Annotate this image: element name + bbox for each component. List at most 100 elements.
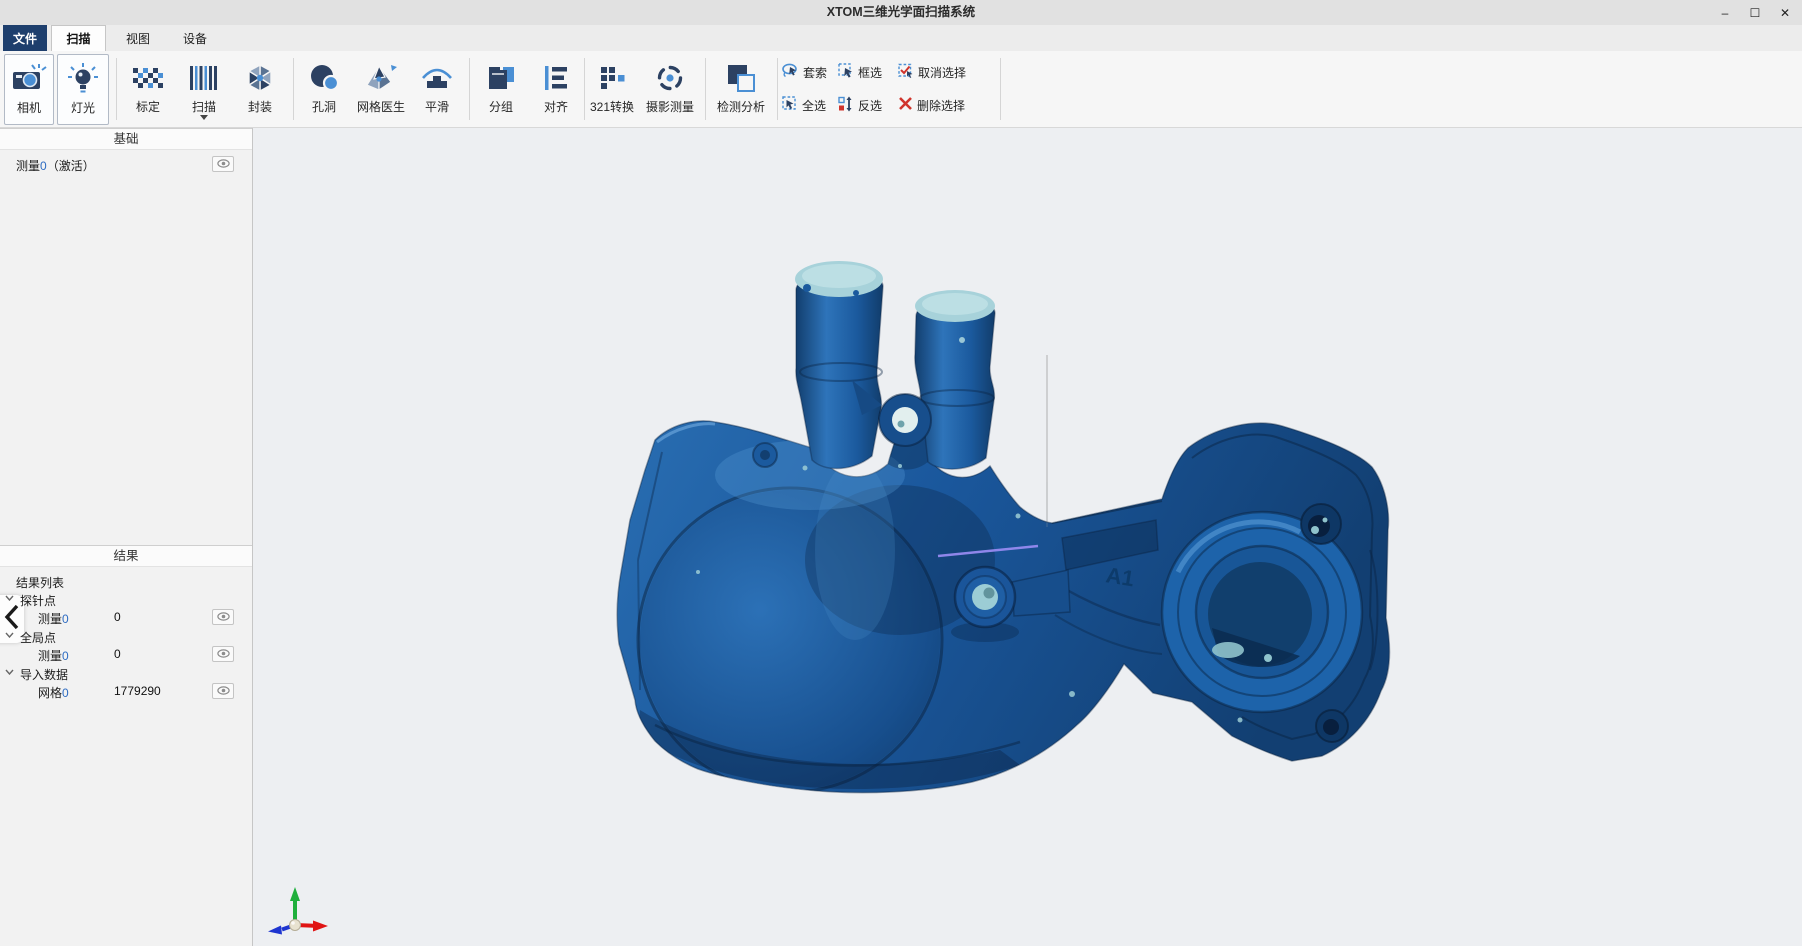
light-label: 灯光 — [71, 102, 95, 115]
photogrammetry-icon — [655, 54, 685, 101]
calibration-icon — [132, 54, 164, 101]
measurement-row-active[interactable]: 测量0（激活） — [0, 155, 252, 175]
select-all-icon — [782, 96, 798, 114]
camera-icon — [11, 55, 47, 102]
row-label: 测量0 — [38, 610, 69, 627]
ribbon-divider — [116, 58, 117, 120]
eye-icon — [217, 157, 230, 171]
scanned-mesh-model: A1 — [600, 220, 1400, 800]
tree-group-imported-data[interactable]: 导入数据 — [0, 664, 252, 684]
hole-label: 孔洞 — [312, 101, 336, 114]
invert-select-label: 反选 — [858, 97, 882, 114]
ribbon-divider — [584, 58, 585, 120]
selection-tools-group: 套索 框选 取消选择 — [780, 51, 998, 128]
row-count: 1779290 — [114, 684, 161, 698]
scan-button[interactable]: 扫描 — [177, 54, 231, 125]
invert-select-icon — [838, 96, 854, 115]
menu-bar: 文件 扫描 视图 设备 — [0, 25, 1802, 51]
light-icon — [67, 55, 99, 102]
basic-section-header: 基础 — [0, 128, 252, 150]
calibration-button[interactable]: 标定 — [121, 54, 175, 125]
row-count: 0 — [114, 647, 121, 661]
viewport-3d[interactable]: A1 — [253, 128, 1802, 946]
visibility-toggle[interactable] — [212, 609, 234, 625]
scan-label: 扫描 — [192, 101, 216, 114]
tab-file[interactable]: 文件 — [3, 25, 47, 51]
tree-group-probe-points[interactable]: 探针点 — [0, 590, 252, 610]
transform-321-label: 321转换 — [590, 101, 634, 114]
x-axis-arrow — [313, 921, 328, 932]
eye-icon — [217, 684, 230, 698]
wrap-button[interactable]: 封装 — [233, 54, 287, 125]
tree-row-mesh[interactable]: 网格0 1779290 — [0, 682, 252, 702]
photogrammetry-button[interactable]: 摄影测量 — [639, 54, 701, 125]
tree-row-measurement[interactable]: 测量0 0 — [0, 645, 252, 665]
tab-view[interactable]: 视图 — [117, 25, 159, 51]
embossed-part-label: A1 — [1104, 562, 1136, 591]
close-button[interactable]: ✕ — [1770, 0, 1800, 25]
visibility-toggle[interactable] — [212, 646, 234, 662]
camera-button[interactable]: 相机 — [4, 54, 54, 125]
tree-row-measurement[interactable]: 测量0 0 — [0, 608, 252, 628]
smooth-icon — [420, 54, 454, 101]
mesh-doctor-icon — [364, 54, 398, 101]
wrap-label: 封装 — [248, 101, 272, 114]
model-left-pipe — [795, 261, 883, 469]
tree-group-global-points[interactable]: 全局点 — [0, 627, 252, 647]
axis-triad — [255, 873, 335, 943]
ribbon-divider — [469, 58, 470, 120]
results-section-header: 结果 — [0, 545, 252, 567]
mesh-doctor-button[interactable]: 网格医生 — [351, 54, 411, 125]
row-label: 测量0 — [38, 647, 69, 664]
inspect-button[interactable]: 检测分析 — [707, 54, 775, 125]
deselect-label: 取消选择 — [918, 64, 966, 81]
dropdown-caret-icon[interactable] — [200, 115, 208, 120]
results-list-title: 结果列表 — [0, 572, 252, 592]
box-select-label: 框选 — [858, 64, 882, 81]
align-button[interactable]: 对齐 — [531, 54, 581, 125]
transform-321-button[interactable]: 321转换 — [586, 54, 638, 125]
chevron-down-icon[interactable] — [5, 669, 14, 675]
tab-scan-active[interactable]: 扫描 — [51, 25, 106, 51]
ribbon-divider — [777, 58, 778, 120]
invert-select-button[interactable]: 反选 — [838, 93, 892, 117]
delete-select-label: 删除选择 — [917, 97, 965, 114]
group-icon — [486, 54, 516, 101]
window-controls: – ☐ ✕ — [1710, 0, 1800, 25]
inspect-icon — [726, 54, 756, 101]
photogrammetry-label: 摄影测量 — [646, 101, 694, 114]
title-bar: XTOM三维光学面扫描系统 – ☐ ✕ — [0, 0, 1802, 25]
group-label: 分组 — [489, 101, 513, 114]
lasso-icon — [782, 63, 799, 81]
application-window: XTOM三维光学面扫描系统 – ☐ ✕ 文件 扫描 视图 设备 — [0, 0, 1802, 946]
chevron-down-icon[interactable] — [5, 632, 14, 638]
chevron-down-icon[interactable] — [5, 595, 14, 601]
deselect-icon — [898, 63, 914, 81]
deselect-button[interactable]: 取消选择 — [898, 60, 996, 84]
model-right-pipe — [915, 290, 995, 469]
measurement-label: 测量0（激活） — [16, 157, 95, 174]
light-button[interactable]: 灯光 — [57, 54, 109, 125]
tab-device[interactable]: 设备 — [174, 25, 216, 51]
smooth-button[interactable]: 平滑 — [412, 54, 462, 125]
y-axis-arrow — [290, 887, 300, 901]
select-all-button[interactable]: 全选 — [782, 93, 834, 117]
mesh-doctor-label: 网格医生 — [357, 101, 405, 114]
visibility-toggle[interactable] — [212, 156, 234, 172]
minimize-button[interactable]: – — [1710, 0, 1740, 25]
group-button[interactable]: 分组 — [474, 54, 528, 125]
calibration-label: 标定 — [136, 101, 160, 114]
ribbon-divider — [1000, 58, 1001, 120]
visibility-toggle[interactable] — [212, 683, 234, 699]
ribbon-toolbar: 相机 灯光 — [0, 51, 1802, 128]
hole-button[interactable]: 孔洞 — [298, 54, 350, 125]
delete-select-button[interactable]: 删除选择 — [898, 93, 996, 117]
z-axis-arrow — [268, 926, 282, 935]
maximize-button[interactable]: ☐ — [1740, 0, 1770, 25]
ribbon-divider — [705, 58, 706, 120]
box-select-button[interactable]: 框选 — [838, 60, 892, 84]
lasso-button[interactable]: 套索 — [782, 60, 834, 84]
model-boss-hole — [760, 450, 770, 460]
delete-select-icon — [898, 96, 913, 114]
axis-origin — [290, 920, 301, 931]
